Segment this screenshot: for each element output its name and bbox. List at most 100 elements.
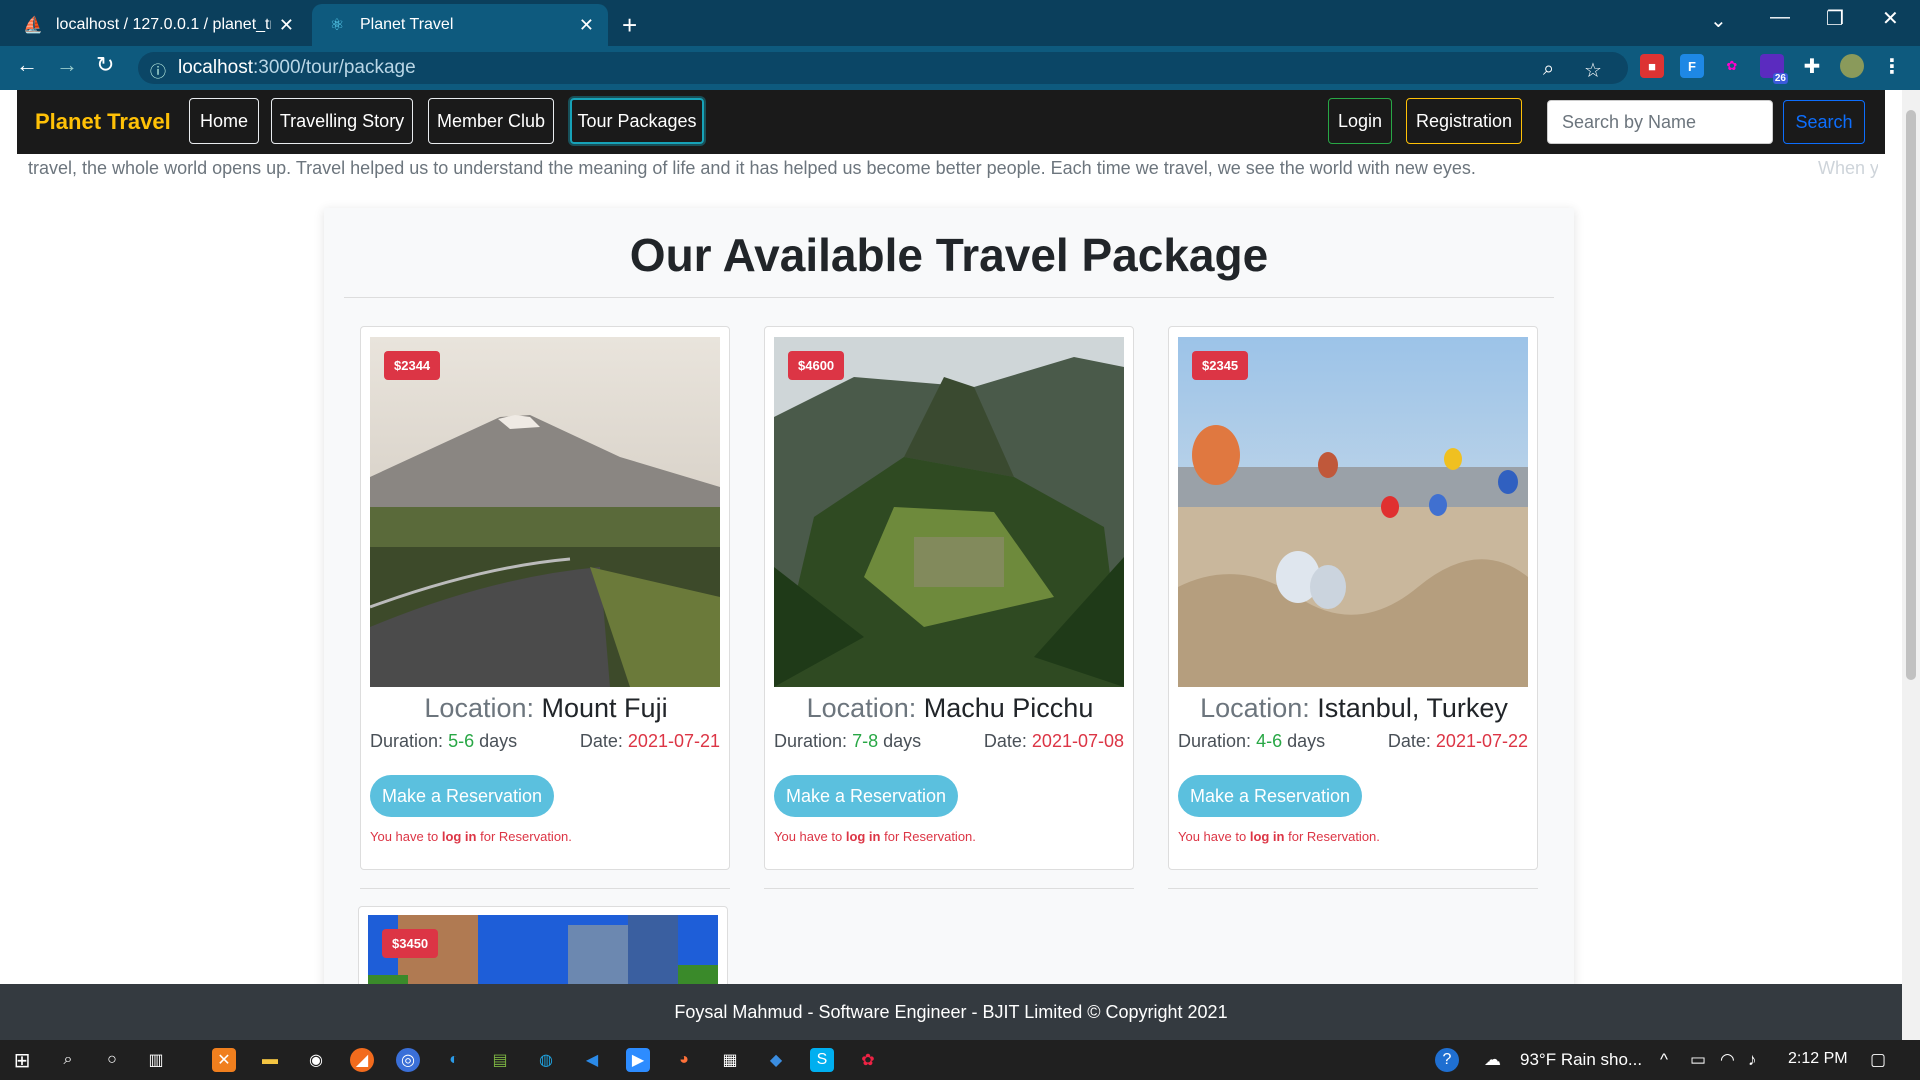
close-window-icon[interactable]: ✕ <box>1882 6 1899 31</box>
package-date: Date: 2021-07-22 <box>1388 731 1528 752</box>
skype-icon[interactable]: S <box>810 1048 834 1072</box>
duration-value: 7-8 <box>852 731 879 751</box>
volume-icon[interactable]: ♪ <box>1748 1050 1757 1070</box>
date-value: 2021-07-22 <box>1435 731 1528 751</box>
login-link[interactable]: log in <box>846 829 881 844</box>
login-link[interactable]: log in <box>1250 829 1285 844</box>
xampp-icon[interactable]: ✕ <box>212 1048 236 1072</box>
note-suffix: for Reservation. <box>1288 829 1380 844</box>
price-badge: $2344 <box>384 351 441 380</box>
duration-label: Duration: <box>1178 731 1252 751</box>
forward-icon[interactable]: → <box>56 52 78 78</box>
extension-icon[interactable]: ■ <box>1640 54 1664 78</box>
make-reservation-button[interactable]: Make a Reservation <box>370 775 554 817</box>
reload-icon[interactable]: ↻ <box>96 52 114 78</box>
tab-search-icon[interactable]: ⌄ <box>1710 8 1727 33</box>
search-input[interactable] <box>1547 100 1773 144</box>
extension-badge-count: 26 <box>1772 73 1788 84</box>
site-info-icon[interactable]: ⓘ <box>150 58 166 82</box>
package-duration: Duration: 7-8 days <box>774 731 921 752</box>
back-icon[interactable]: ← <box>16 52 38 78</box>
url-host: localhost <box>178 57 253 78</box>
cortana-icon[interactable]: ○ <box>100 1048 124 1072</box>
page-scrollbar[interactable] <box>1902 90 1920 1040</box>
quote-marquee: travel, the whole world opens up. Travel… <box>28 158 1878 184</box>
login-note: You have to log in for Reservation. <box>1178 829 1380 844</box>
note-prefix: You have to <box>370 829 439 844</box>
login-link[interactable]: log in <box>442 829 477 844</box>
bookmark-star-icon[interactable]: ☆ <box>1584 58 1602 83</box>
edge-icon[interactable]: ◍ <box>534 1048 558 1072</box>
help-icon[interactable]: ? <box>1435 1048 1459 1072</box>
zoom-icon[interactable]: ⌕ <box>1543 58 1554 81</box>
tab-phpmyadmin[interactable]: ⛵ localhost / 127.0.0.1 / planet_trav ✕ <box>8 4 308 46</box>
chevron-up-icon[interactable]: ^ <box>1660 1050 1668 1070</box>
location-label: Location: <box>806 693 917 723</box>
app-icon[interactable]: ✿ <box>856 1048 880 1072</box>
tab-planet-travel[interactable]: ⚛ Planet Travel ✕ <box>312 4 608 46</box>
date-value: 2021-07-21 <box>627 731 720 751</box>
wifi-icon[interactable]: ◠ <box>1720 1050 1735 1070</box>
search-button[interactable]: Search <box>1783 100 1865 144</box>
address-bar[interactable]: ⓘ localhost:3000/tour/package ⌕ ☆ <box>138 52 1628 84</box>
search-icon[interactable]: ⌕ <box>56 1048 80 1072</box>
package-card: $2345 Location: Istanbul, Turkey Duratio… <box>1168 326 1538 870</box>
file-explorer-icon[interactable]: ▬ <box>258 1048 282 1072</box>
divider <box>1168 888 1538 889</box>
package-duration: Duration: 4-6 days <box>1178 731 1325 752</box>
vscode-icon[interactable]: ◀ <box>580 1048 604 1072</box>
weather-icon: ☁ <box>1484 1050 1501 1069</box>
nav-home[interactable]: Home <box>189 98 259 144</box>
browser-toolbar: ← → ↻ ⓘ localhost:3000/tour/package ⌕ ☆ <box>0 46 1920 90</box>
extension-badge-icon[interactable]: 26 <box>1760 54 1788 84</box>
new-tab-icon[interactable]: + <box>622 10 637 41</box>
make-reservation-button[interactable]: Make a Reservation <box>1178 775 1362 817</box>
login-note: You have to log in for Reservation. <box>370 829 572 844</box>
package-image-machu-picchu: $4600 <box>774 337 1124 687</box>
firefox-icon[interactable]: ◕ <box>672 1048 696 1072</box>
duration-value: 5-6 <box>448 731 475 751</box>
restore-icon[interactable]: ❐ <box>1826 6 1844 31</box>
make-reservation-button[interactable]: Make a Reservation <box>774 775 958 817</box>
clock[interactable]: 2:12 PM <box>1788 1050 1848 1068</box>
chrome-icon[interactable]: ◎ <box>396 1048 420 1072</box>
login-button[interactable]: Login <box>1328 98 1392 144</box>
minimize-icon[interactable]: — <box>1770 6 1790 29</box>
duration-label: Duration: <box>370 731 444 751</box>
duration-unit: days <box>1287 731 1326 751</box>
location-value: Machu Picchu <box>923 693 1094 723</box>
color-picker-extension-icon[interactable]: ✿ <box>1720 54 1744 78</box>
close-tab-icon[interactable]: ✕ <box>579 15 594 36</box>
zoom-app-icon[interactable]: ▶ <box>626 1048 650 1072</box>
battery-icon[interactable]: ▭ <box>1690 1050 1706 1070</box>
duration-unit: days <box>479 731 518 751</box>
profile-avatar[interactable] <box>1840 54 1864 78</box>
calculator-icon[interactable]: ▦ <box>718 1048 742 1072</box>
menu-icon[interactable]: ⋮ <box>1880 54 1904 78</box>
nav-member-club[interactable]: Member Club <box>428 98 554 144</box>
duration-label: Duration: <box>774 731 848 751</box>
weather-text[interactable]: 93°F Rain sho... <box>1520 1050 1642 1070</box>
notifications-icon[interactable]: ▢ <box>1870 1050 1886 1070</box>
extension-icon[interactable]: F <box>1680 54 1704 78</box>
postman-icon[interactable]: ◢ <box>350 1048 374 1072</box>
app-icon[interactable]: ◆ <box>764 1048 788 1072</box>
close-tab-icon[interactable]: ✕ <box>279 15 294 36</box>
url-path: :3000/tour/package <box>253 57 416 78</box>
github-icon[interactable]: ◉ <box>304 1048 328 1072</box>
page-title: Our Available Travel Package <box>629 229 1269 281</box>
tab-title: localhost / 127.0.0.1 / planet_trav <box>56 16 271 33</box>
registration-button[interactable]: Registration <box>1406 98 1522 144</box>
scrollbar-thumb[interactable] <box>1906 110 1916 680</box>
brand-logo[interactable]: Planet Travel <box>35 109 171 135</box>
nav-tour-packages[interactable]: Tour Packages <box>570 98 704 144</box>
puzzle-extensions-icon[interactable]: ✚ <box>1800 54 1824 78</box>
packages-container: Our Available Travel Package $2344 Locat… <box>324 208 1574 1040</box>
task-view-icon[interactable]: ▥ <box>144 1048 168 1072</box>
nav-travelling-story[interactable]: Travelling Story <box>271 98 413 144</box>
windows-start-icon[interactable]: ⊞ <box>10 1048 34 1072</box>
app-icon[interactable]: ◐ <box>442 1048 466 1072</box>
price-badge: $3450 <box>382 929 439 958</box>
package-card: $4600 Location: Machu Picchu Duration: 7… <box>764 326 1134 870</box>
notepad-icon[interactable]: ▤ <box>488 1048 512 1072</box>
